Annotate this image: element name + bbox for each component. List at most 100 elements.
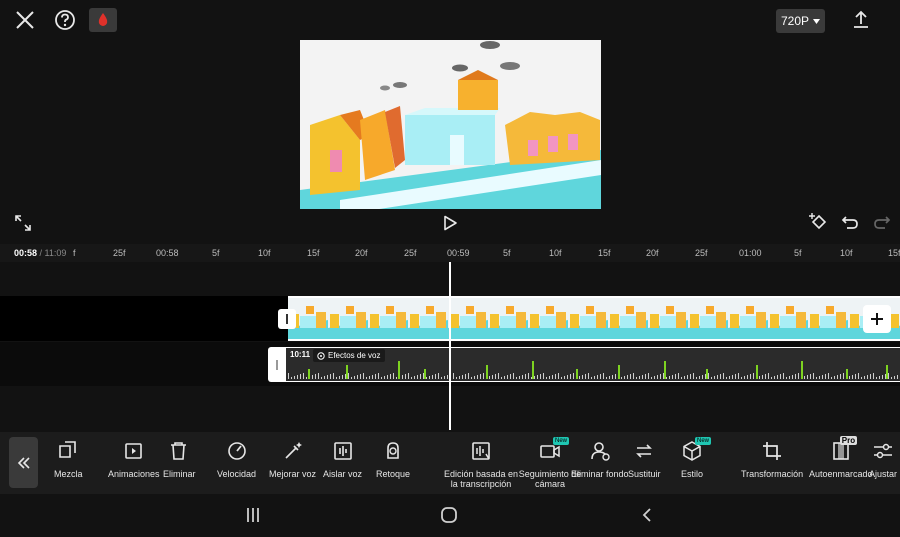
waveform-bar [594,376,595,379]
waveform-bar [390,374,391,379]
audio-trim-handle[interactable] [268,347,286,382]
tool-trash[interactable]: Eliminar [163,440,196,479]
voice-effect-tag[interactable]: Efectos de voz [313,349,386,362]
tool-isolate-voice[interactable]: Aislar voz [323,440,362,479]
time-readout: 00:58 / 11:09 [14,248,66,258]
waveform-bar [294,376,295,379]
waveform-bar [825,374,826,379]
waveform-bar [633,373,634,379]
redo-button[interactable] [871,211,893,233]
tool-style[interactable]: New Estilo [681,437,712,479]
waveform-bar [342,375,343,379]
ruler-label: 15f [307,248,320,258]
tool-label: Eliminar [163,469,196,479]
home-button[interactable] [438,504,460,526]
playhead[interactable] [449,262,451,430]
recents-button[interactable] [242,504,264,526]
waveform-bar [348,373,349,379]
waveform-bar [732,375,733,379]
waveform-bar [405,374,406,379]
waveform-bar [807,375,808,379]
waveform-bar [726,377,727,379]
waveform-bar [690,374,691,379]
fullscreen-button[interactable] [12,212,34,234]
waveform-bar [363,373,364,379]
brand-button[interactable] [89,8,117,32]
waveform-bar [291,377,292,379]
waveform-bar [753,373,754,379]
waveform-bar [597,375,598,379]
waveform-bar [588,373,589,379]
waveform-bar [885,374,886,379]
waveform-bar [627,375,628,379]
style-icon: New [681,437,712,462]
waveform-bar [654,376,655,379]
auto-reframe-icon: Pro [830,436,858,462]
tool-replace[interactable]: Sustituir [628,440,661,479]
clip-trim-handle[interactable] [278,309,296,329]
tool-label: Ajustar [869,469,898,479]
play-button[interactable] [439,212,461,234]
ruler-label: 10f [840,248,853,258]
waveform-bar [540,374,541,379]
waveform-bar [483,373,484,379]
waveform-bar [777,375,778,379]
tool-retouch[interactable]: Retoque [376,440,410,479]
resolution-dropdown[interactable]: 720P [776,9,825,33]
waveform-bar [558,373,559,379]
waveform-bar [819,376,820,379]
keyframe-button[interactable] [808,211,830,233]
waveform-bar [582,375,583,379]
tool-label: Aislar voz [323,469,363,479]
tool-speed[interactable]: Velocidad [217,440,256,479]
tool-animation[interactable]: Animaciones [108,440,160,479]
waveform-bar [843,373,844,379]
video-clip[interactable] [288,296,900,341]
new-badge: New [695,437,712,445]
waveform-bar [858,373,859,379]
tool-auto-reframe[interactable]: Pro Autoenmarcado [809,436,873,479]
waveform-peak [801,361,803,379]
tool-crop[interactable]: Transformación [741,440,803,479]
video-preview[interactable] [300,40,601,209]
clip-thumbnail [688,298,728,339]
waveform-peak [886,365,888,379]
flame-icon [98,13,108,26]
waveform-peak [346,365,348,379]
tool-mix[interactable]: Mezcla [54,440,83,479]
waveform-bar [321,377,322,379]
waveform-bar [354,376,355,379]
tool-adjust[interactable]: Ajustar [869,440,897,479]
collapse-toolbar-button[interactable] [9,437,38,488]
waveform-bar [552,375,553,379]
waveform-bar [396,377,397,379]
close-button[interactable] [12,7,38,33]
waveform-bar [708,373,709,379]
waveform-bar [639,376,640,379]
tool-enhance-voice[interactable]: Mejorar voz [269,440,316,479]
waveform-bar [516,377,517,379]
waveform-bar [624,376,625,379]
ruler-label: 25f [113,248,126,258]
waveform-bar [567,375,568,379]
tool-remove-bg[interactable]: Eliminar fondo [571,440,629,479]
waveform-bar [693,373,694,379]
add-clip-button[interactable] [863,305,891,333]
clip-thumbnail [328,298,368,339]
waveform-bar [414,376,415,379]
ruler-label: 15f [598,248,611,258]
waveform-bar [423,373,424,379]
undo-button[interactable] [839,211,861,233]
waveform-bar [657,375,658,379]
timeline-ruler[interactable]: 00:58 / 11:09 f 25f 00:58 5f 10f 15f 20f… [0,244,900,262]
export-button[interactable] [848,6,874,32]
waveform-bar [459,376,460,379]
waveform-bar [630,374,631,379]
help-button[interactable] [52,7,78,33]
waveform-bar [810,374,811,379]
waveform-bar [621,377,622,379]
tool-transcript-edit[interactable]: Edición basada en la transcripción [442,440,520,489]
waveform-bar [855,374,856,379]
back-button[interactable] [636,504,658,526]
waveform-bar [372,375,373,379]
